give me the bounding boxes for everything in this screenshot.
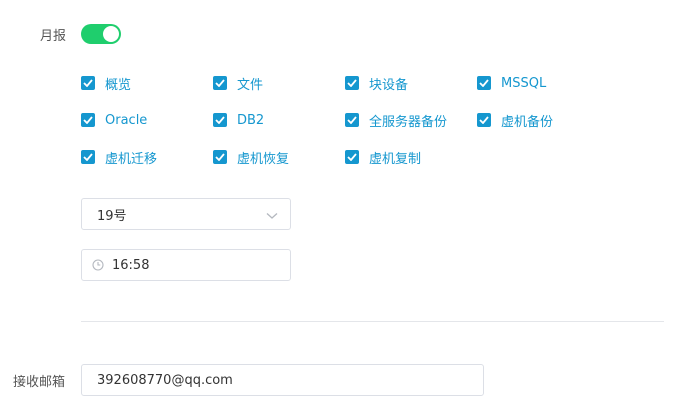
time-picker-value: 16:58 — [112, 257, 150, 273]
chevron-down-icon — [266, 209, 278, 224]
checkbox-checked-icon — [213, 113, 227, 127]
checkbox-vm-backup[interactable]: 虚机备份 — [477, 111, 554, 130]
checkbox-label: 虚机恢复 — [237, 151, 290, 167]
email-label: 接收邮箱 — [13, 375, 66, 390]
checkbox-block-device[interactable]: 块设备 — [345, 74, 409, 93]
checkbox-full-server-backup[interactable]: 全服务器备份 — [345, 111, 448, 130]
checkbox-checked-icon — [81, 113, 95, 127]
checkbox-vm-restore[interactable]: 虚机恢复 — [213, 148, 290, 167]
monthly-report-switch[interactable] — [81, 24, 121, 44]
checkbox-checked-icon — [477, 113, 491, 127]
checkbox-label: 虚机迁移 — [105, 151, 158, 167]
time-picker[interactable]: 16:58 — [81, 249, 291, 281]
checkbox-label: MSSQL — [501, 75, 547, 91]
checkbox-label: 虚机复制 — [369, 151, 422, 167]
checkbox-db2[interactable]: DB2 — [213, 111, 264, 129]
checkbox-checked-icon — [345, 76, 359, 90]
monthly-report-label: 月报 — [40, 29, 67, 44]
section-divider — [81, 321, 664, 322]
checkbox-label: 虚机备份 — [501, 114, 554, 130]
checkbox-checked-icon — [345, 113, 359, 127]
checkbox-vm-replication[interactable]: 虚机复制 — [345, 148, 422, 167]
checkbox-label: 块设备 — [369, 77, 409, 93]
day-select-value: 19号 — [97, 208, 127, 224]
checkbox-mssql[interactable]: MSSQL — [477, 74, 546, 92]
checkbox-checked-icon — [81, 76, 95, 90]
checkbox-checked-icon — [345, 150, 359, 164]
checkbox-overview[interactable]: 概览 — [81, 74, 132, 93]
email-input-value: 392608770@qq.com — [97, 372, 233, 388]
checkbox-label: 概览 — [105, 77, 132, 93]
checkbox-label: 文件 — [237, 77, 264, 93]
checkbox-checked-icon — [477, 76, 491, 90]
checkbox-checked-icon — [81, 150, 95, 164]
clock-icon — [92, 259, 104, 271]
checkbox-label: Oracle — [105, 112, 148, 128]
checkbox-checked-icon — [213, 150, 227, 164]
email-input[interactable]: 392608770@qq.com — [81, 364, 484, 396]
checkbox-label: 全服务器备份 — [369, 114, 448, 130]
checkbox-vm-migration[interactable]: 虚机迁移 — [81, 148, 158, 167]
checkbox-label: DB2 — [237, 112, 265, 128]
switch-knob — [103, 26, 119, 42]
checkbox-checked-icon — [213, 76, 227, 90]
day-select[interactable]: 19号 — [81, 198, 291, 230]
checkbox-oracle[interactable]: Oracle — [81, 111, 147, 129]
checkbox-file[interactable]: 文件 — [213, 74, 264, 93]
